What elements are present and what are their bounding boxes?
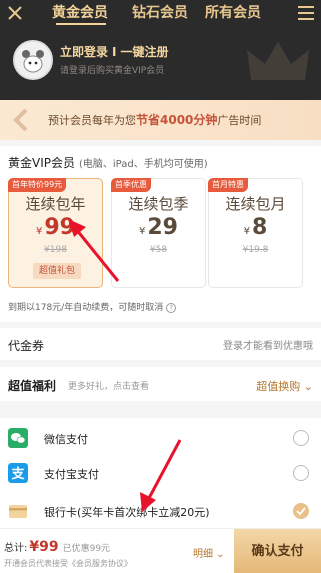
plan-price-value: 8 [252,215,268,240]
payment-radio[interactable] [293,430,309,446]
payment-radio[interactable] [293,465,309,481]
default-avatar-icon [15,42,51,78]
plan-original-price: ¥198 [44,245,67,255]
plan-currency: ¥ [139,226,146,237]
crown-icon [247,42,309,80]
coupon-label: 代金券 [8,339,45,353]
discount-text: 已优惠99元 [62,544,111,554]
savings-highlight: 节省4000分钟 [136,113,218,127]
detail-button[interactable]: 明细 ⌄ [193,545,225,560]
login-link[interactable]: 立即登录 [60,45,108,59]
tab-gold-member[interactable]: 黄金会员 [52,4,108,22]
tab-bar: 黄金会员 钻石会员 所有会员 [0,0,321,28]
confirm-payment-button[interactable]: 确认支付 [234,529,321,573]
welfare-hint: 更多好礼，点击查看 [68,382,150,392]
bottom-bar: 总计: ¥99 已优惠99元 开通会员代表接受《会员服务协议》 明细 ⌄ 确认支付 [0,528,321,573]
plan-name: 连续包季 [128,195,189,213]
alipay-icon: 支 [8,463,28,483]
help-icon[interactable]: ? [166,303,177,313]
total-value: 99 [39,539,59,555]
service-agreement-link[interactable]: 开通会员代表接受《会员服务协议》 [4,558,132,569]
payment-label: 微信支付 [44,433,88,446]
plan-tag: 首季优惠 [111,178,151,192]
total-currency: ¥ [29,539,40,555]
vip-title: 黄金VIP会员 (电脑、iPad、手机均可使用) [8,154,208,171]
plan-card-quarterly[interactable]: 首季优惠 连续包季 ¥29 ¥58 [111,178,206,288]
plan-price-value: 99 [44,215,75,240]
menu-icon[interactable] [295,4,317,22]
plan-name: 连续包月 [225,195,286,213]
plan-card-monthly[interactable]: 首月特惠 连续包月 ¥8 ¥19.8 [208,178,303,288]
savings-prefix: 预计会员每年为您 [48,114,136,127]
coupon-hint: 登录才能看到优惠哦 [223,341,313,352]
welfare-label: 超值福利 [8,379,57,393]
payment-option-alipay[interactable]: 支 支付宝支付 [0,458,321,488]
bank-card-icon [9,505,27,518]
plan-card-yearly[interactable]: 首年特价99元 连续包年 ¥99 ¥198 超值礼包 [8,178,103,288]
savings-text: 预计会员每年为您节省4000分钟广告时间 [48,111,261,128]
login-line: 立即登录 I 一键注册 [60,43,169,60]
plan-tag: 首年特价99元 [8,178,67,192]
savings-suffix: 广告时间 [217,114,262,127]
plan-currency: ¥ [36,226,43,237]
header: 黄金会员 钻石会员 所有会员 立即登录 I 一键注册 请登录后购买黄金VIP会员 [0,0,321,100]
plan-price: ¥29 [112,215,205,240]
plan-tag: 首月特惠 [208,178,248,192]
plan-original-price: ¥58 [149,245,168,255]
tab-diamond-member[interactable]: 钻石会员 [132,4,188,22]
payment-option-bank-card[interactable]: 银行卡(买年卡首次绑卡立减20元) [0,496,321,526]
svg-text:支: 支 [10,466,25,482]
payment-methods: 微信支付 支 支付宝支付 银行卡(买年卡首次绑卡立减20元) [0,418,321,528]
coupon-row[interactable]: 代金券 登录才能看到优惠哦 [0,328,321,360]
wechat-icon [8,428,28,448]
tab-active-indicator [56,23,106,25]
welfare-row[interactable]: 超值福利 更多好礼，点击查看 超值换购 ⌄ [0,367,321,401]
avatar[interactable] [13,40,53,80]
auto-renew-note: 到期以178元/年自动续费，可随时取消? [8,300,177,313]
total-amount: ¥99 [29,539,58,555]
plan-price: ¥8 [209,215,302,240]
auto-renew-text: 到期以178元/年自动续费，可随时取消 [8,303,164,313]
plan-currency: ¥ [243,226,251,237]
payment-option-wechat[interactable]: 微信支付 [0,423,321,453]
plan-original-price: ¥19.8 [242,245,269,255]
gift-badge: 超值礼包 [33,263,82,279]
payment-label: 支付宝支付 [44,468,99,481]
plan-price-value: 29 [147,215,178,240]
welfare-exchange-button[interactable]: 超值换购 ⌄ [256,378,313,394]
vip-plan-section: 黄金VIP会员 (电脑、iPad、手机均可使用) 首年特价99元 连续包年 ¥99… [0,146,321,322]
total-label: 总计: [4,543,28,554]
savings-banner: 预计会员每年为您节省4000分钟广告时间 [0,100,321,140]
plan-name: 连续包年 [25,195,86,213]
tab-all-members[interactable]: 所有会员 [205,4,261,22]
plan-price: ¥99 [9,215,102,240]
payment-label: 银行卡(买年卡首次绑卡立减20元) [44,506,210,519]
vip-title-text: 黄金VIP会员 [8,156,75,170]
chevron-left-icon [13,108,28,132]
login-separator: I [112,45,117,59]
register-link[interactable]: 一键注册 [120,45,168,59]
login-hint: 请登录后购买黄金VIP会员 [60,66,165,76]
vip-subtitle: (电脑、iPad、手机均可使用) [79,159,208,170]
total-summary: 总计: ¥99 已优惠99元 [4,539,110,555]
check-icon[interactable] [293,503,309,519]
